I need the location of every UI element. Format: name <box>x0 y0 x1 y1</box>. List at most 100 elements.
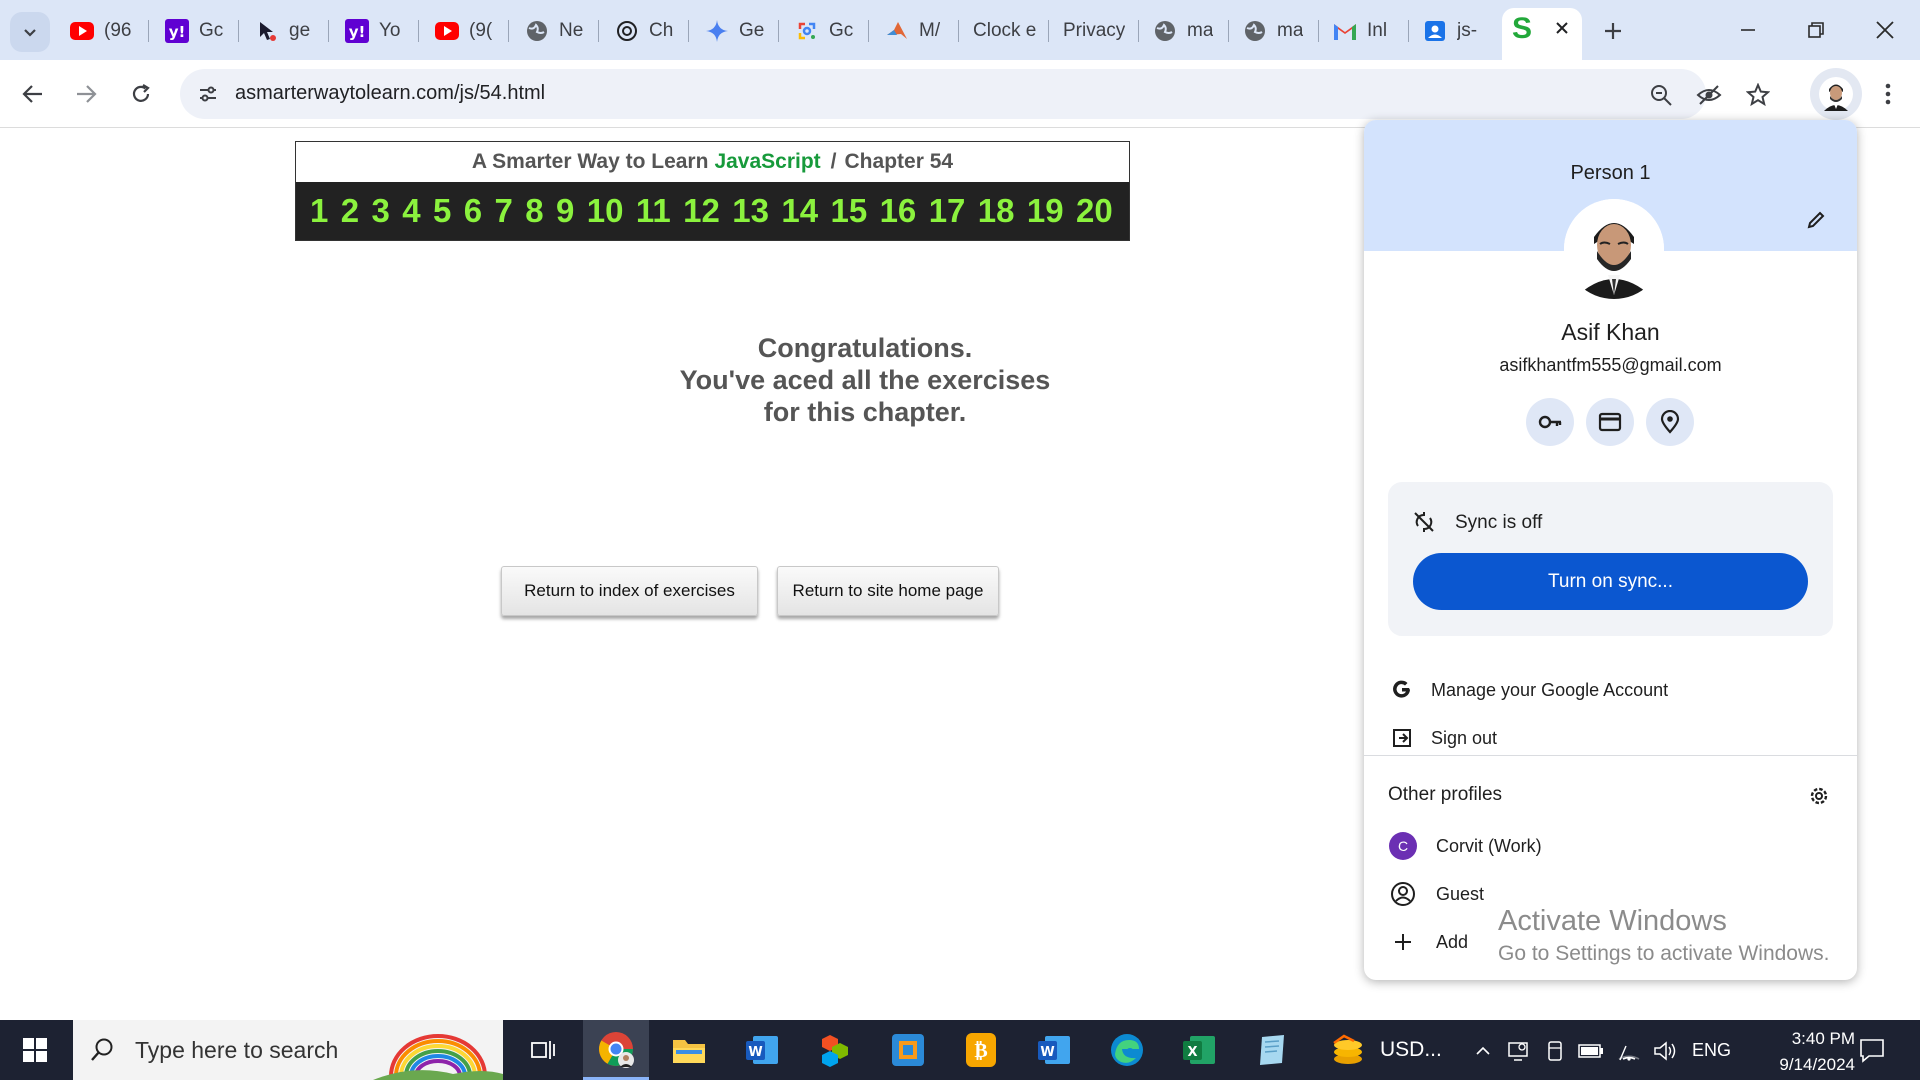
show-hidden-icons-button[interactable] <box>1470 1038 1496 1064</box>
battery-icon <box>1578 1044 1603 1058</box>
bookmark-button[interactable] <box>1745 82 1771 108</box>
tab-ma-2[interactable]: ma <box>1233 12 1313 50</box>
tab-yahoo-2[interactable]: y! Yo <box>335 12 415 50</box>
exercise-number-link[interactable]: 4 <box>402 192 420 230</box>
restore-button[interactable] <box>1786 10 1846 50</box>
minimize-button[interactable] <box>1718 10 1778 50</box>
exercise-number-link[interactable]: 1 <box>310 192 328 230</box>
back-button[interactable] <box>13 74 53 114</box>
site-settings-icon[interactable] <box>197 83 219 105</box>
tab-title: ma <box>1187 20 1214 41</box>
tab-title: Ch <box>649 20 674 41</box>
profile-menu: Person 1 Asif Khan asifkhantfm555@gmail.… <box>1364 120 1857 980</box>
exercise-number-link[interactable]: 6 <box>464 192 482 230</box>
tab-clock[interactable]: Clock e <box>963 12 1053 50</box>
tab-search-button[interactable] <box>10 12 50 52</box>
exercise-number-link[interactable]: 14 <box>781 192 818 230</box>
taskbar-excel[interactable]: X <box>1166 1020 1232 1080</box>
tab-youtube-2[interactable]: (9( <box>425 12 505 50</box>
exercise-number-link[interactable]: 17 <box>929 192 966 230</box>
tab-chatgpt[interactable]: Ch <box>605 12 685 50</box>
task-view-button[interactable] <box>510 1020 576 1080</box>
taskbar-currency-widget[interactable] <box>1315 1020 1381 1080</box>
taskbar-chrome[interactable] <box>583 1020 649 1080</box>
exercise-number-link[interactable]: 12 <box>683 192 720 230</box>
tab-ge[interactable]: ge <box>245 12 325 50</box>
manage-profiles-gear-icon[interactable] <box>1807 784 1831 808</box>
exercise-number-link[interactable]: 19 <box>1027 192 1064 230</box>
matlab-icon <box>885 19 909 43</box>
tab-gmail[interactable]: Inl <box>1323 12 1403 50</box>
tab-ne[interactable]: Ne <box>515 12 595 50</box>
return-to-home-button[interactable]: Return to site home page <box>777 566 999 616</box>
turn-on-sync-button[interactable]: Turn on sync... <box>1413 553 1808 610</box>
passwords-button[interactable] <box>1526 398 1574 446</box>
exercise-number-link[interactable]: 5 <box>433 192 451 230</box>
payment-methods-button[interactable] <box>1586 398 1634 446</box>
taskbar-word-1[interactable]: W <box>729 1020 795 1080</box>
forward-button[interactable] <box>66 74 106 114</box>
tab-privacy[interactable]: Privacy <box>1053 12 1133 50</box>
new-tab-button[interactable] <box>1598 16 1628 46</box>
profile-avatar-button[interactable] <box>1810 68 1862 120</box>
address-bar[interactable]: asmarterwaytolearn.com/js/54.html <box>180 69 1770 119</box>
taskbar-notepad[interactable] <box>1239 1020 1305 1080</box>
start-button[interactable] <box>0 1020 70 1080</box>
exercise-number-link[interactable]: 16 <box>880 192 917 230</box>
wifi-indicator[interactable] <box>1616 1038 1642 1064</box>
taskbar-office-app[interactable] <box>802 1020 868 1080</box>
tray-app-1[interactable] <box>1505 1038 1531 1064</box>
chrome-icon <box>599 1031 634 1068</box>
sign-out-item[interactable]: Sign out <box>1364 718 1857 758</box>
tab-yahoo-1[interactable]: y! Gc <box>155 12 235 50</box>
close-window-button[interactable] <box>1855 10 1915 50</box>
profile-item-corvit[interactable]: C Corvit (Work) <box>1388 826 1818 866</box>
zoom-button[interactable] <box>1648 82 1674 108</box>
exercise-number-link[interactable]: 9 <box>556 192 574 230</box>
sign-out-label: Sign out <box>1431 727 1498 748</box>
taskbar-remote-app[interactable] <box>875 1020 941 1080</box>
exercise-number-link[interactable]: 18 <box>978 192 1015 230</box>
congratulations-message: Congratulations. You've aced all the exe… <box>565 332 1165 428</box>
clock[interactable]: 3:40 PM 9/14/2024 <box>1745 1026 1855 1078</box>
tab-youtube-1[interactable]: (96 <box>60 12 140 50</box>
addresses-button[interactable] <box>1646 398 1694 446</box>
taskbar-edge[interactable] <box>1094 1020 1160 1080</box>
exercise-number-link[interactable]: 8 <box>525 192 543 230</box>
battery-indicator[interactable] <box>1578 1038 1604 1064</box>
notification-center-button[interactable] <box>1858 1036 1888 1066</box>
taskbar-file-explorer[interactable] <box>656 1020 722 1080</box>
url-text[interactable]: asmarterwaytolearn.com/js/54.html <box>235 82 545 105</box>
exercise-number-link[interactable]: 2 <box>341 192 359 230</box>
tracking-protection-button[interactable] <box>1696 82 1722 108</box>
tab-matlab[interactable]: M/ <box>875 12 960 50</box>
tray-app-2[interactable] <box>1542 1038 1568 1064</box>
reload-button[interactable] <box>121 74 161 114</box>
exercise-number-link[interactable]: 7 <box>495 192 513 230</box>
return-to-index-button[interactable]: Return to index of exercises <box>501 566 758 616</box>
menu-button[interactable] <box>1868 74 1908 114</box>
manage-account-item[interactable]: Manage your Google Account <box>1364 670 1857 710</box>
tab-divider <box>688 20 689 42</box>
currency-label[interactable]: USD... <box>1380 1038 1442 1062</box>
exercise-number-link[interactable]: 3 <box>372 192 390 230</box>
exercise-number-link[interactable]: 13 <box>732 192 769 230</box>
active-tab[interactable]: S <box>1502 8 1582 60</box>
input-language[interactable]: ENG <box>1692 1040 1731 1061</box>
taskbar-search-box[interactable]: Type here to search <box>73 1020 503 1080</box>
volume-indicator[interactable] <box>1652 1038 1678 1064</box>
exercise-number-link[interactable]: 20 <box>1076 192 1113 230</box>
exercise-number-link[interactable]: 15 <box>830 192 867 230</box>
tab-ma-1[interactable]: ma <box>1143 12 1223 50</box>
exercise-number-link[interactable]: 11 <box>636 192 671 230</box>
tab-google-lens[interactable]: Gc <box>785 12 865 50</box>
close-tab-icon[interactable] <box>1554 20 1570 36</box>
tab-gemini[interactable]: Ge <box>695 12 780 50</box>
tab-js[interactable]: js- <box>1413 12 1493 50</box>
google-g-icon <box>1388 676 1416 704</box>
taskbar-word-2[interactable]: W <box>1021 1020 1087 1080</box>
edit-profile-button[interactable] <box>1802 206 1830 234</box>
exercise-number-link[interactable]: 10 <box>587 192 624 230</box>
sync-status: Sync is off <box>1455 512 1543 533</box>
taskbar-bitcoin-app[interactable]: ₿ <box>948 1020 1014 1080</box>
